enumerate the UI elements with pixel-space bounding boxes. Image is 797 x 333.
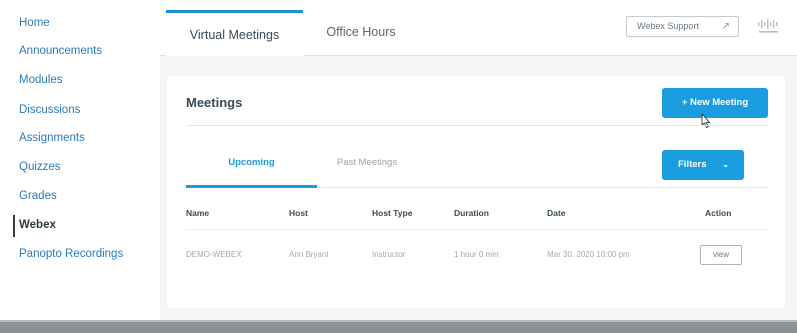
- meeting-host-type: Instructor: [372, 250, 406, 259]
- panel-divider: [186, 125, 768, 126]
- meeting-date: Mar 30, 2020 10:00 pm: [547, 250, 630, 259]
- column-header-duration[interactable]: Duration: [454, 208, 489, 218]
- chevron-down-icon: ⌄: [722, 160, 729, 169]
- webex-support-label: Webex Support: [637, 21, 699, 31]
- sidebar-item-panopto-recordings[interactable]: Panopto Recordings: [19, 248, 123, 260]
- sidebar-item-quizzes[interactable]: Quizzes: [19, 161, 61, 173]
- tab-office-hours[interactable]: Office Hours: [306, 10, 416, 56]
- sidebar-item-discussions[interactable]: Discussions: [19, 104, 80, 116]
- tab-virtual-meetings[interactable]: Virtual Meetings: [166, 10, 303, 56]
- meetings-title: Meetings: [186, 95, 243, 110]
- sidebar-item-webex[interactable]: Webex: [19, 219, 56, 231]
- external-link-icon: ↗: [721, 21, 730, 32]
- webex-content: Virtual Meetings Office Hours Webex Supp…: [160, 0, 797, 320]
- tab-strip: Virtual Meetings Office Hours Webex Supp…: [160, 0, 797, 56]
- webex-support-button[interactable]: Webex Support ↗: [626, 16, 739, 37]
- subtab-past-meetings[interactable]: Past Meetings: [317, 140, 417, 188]
- table-header-divider: [186, 229, 768, 230]
- column-header-date[interactable]: Date: [547, 208, 565, 218]
- filters-label: Filters: [678, 159, 707, 170]
- cisco-logo: [758, 19, 778, 33]
- column-header-action: Action: [705, 208, 732, 218]
- sidebar-item-modules[interactable]: Modules: [19, 74, 62, 86]
- bottom-bar: [0, 320, 797, 333]
- subtab-upcoming[interactable]: Upcoming: [186, 140, 317, 188]
- column-header-name[interactable]: Name: [186, 208, 209, 218]
- meeting-duration: 1 hour 0 min: [454, 250, 499, 259]
- sidebar-item-home[interactable]: Home: [19, 17, 50, 29]
- column-header-host-type[interactable]: Host Type: [372, 208, 412, 218]
- sidebar-item-grades[interactable]: Grades: [19, 190, 57, 202]
- view-meeting-button[interactable]: view: [700, 245, 742, 265]
- meetings-panel: Meetings + New Meeting Upcoming Past Mee…: [167, 76, 785, 308]
- sidebar-item-announcements[interactable]: Announcements: [19, 45, 102, 57]
- sidebar-item-assignments[interactable]: Assignments: [19, 132, 85, 144]
- meeting-name[interactable]: DEMO-WEBEX: [186, 250, 242, 259]
- column-header-host[interactable]: Host: [289, 208, 308, 218]
- course-nav: Home Announcements Modules Discussions A…: [0, 0, 160, 320]
- meeting-host: Ann Bryant: [289, 250, 329, 259]
- new-meeting-button[interactable]: + New Meeting: [662, 88, 768, 118]
- mouse-cursor-icon: [701, 113, 711, 129]
- active-indicator: [13, 215, 15, 237]
- filters-button[interactable]: Filters ⌄: [662, 150, 744, 180]
